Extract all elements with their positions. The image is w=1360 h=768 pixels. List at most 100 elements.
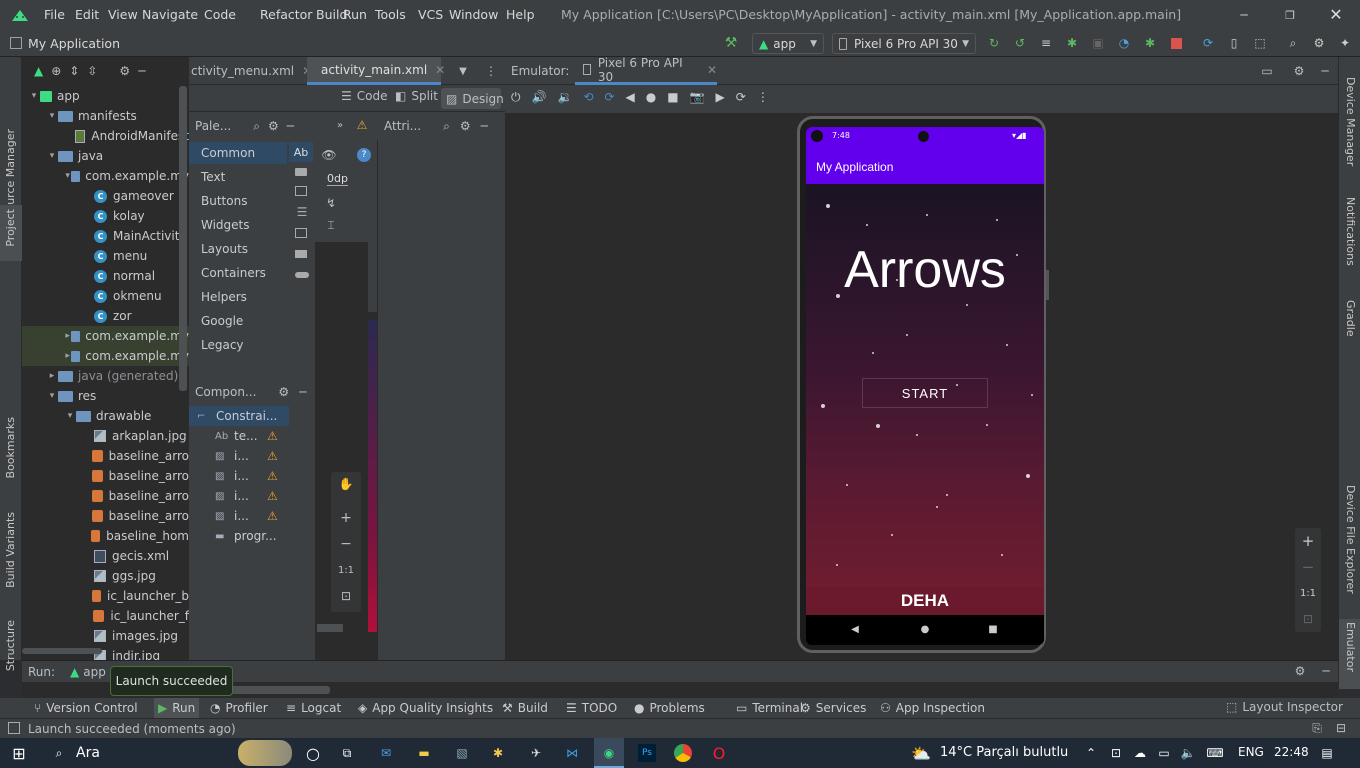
run-config-select[interactable]: ▲ app ▼ — [752, 33, 824, 54]
chevron-up-icon[interactable]: ⌃ — [1084, 744, 1098, 762]
tool-windows-icon[interactable] — [8, 722, 20, 734]
plane-app-icon[interactable]: ✈ — [526, 744, 546, 762]
default-margin-value[interactable]: 0dp — [327, 172, 348, 186]
sync-gradle-icon[interactable]: ⟳ — [1200, 35, 1216, 51]
zoom-fit-icon[interactable]: ⊡ — [338, 588, 354, 604]
palette-category-containers[interactable]: Containers — [189, 262, 287, 284]
photos-icon[interactable]: ▧ — [452, 744, 472, 762]
menu-navigate[interactable]: Navigate — [142, 7, 198, 22]
chevron-down-icon[interactable]: ▼ — [455, 63, 471, 79]
expand-arrow-icon[interactable]: ▾ — [46, 151, 58, 161]
warning-icon[interactable]: ⚠ — [267, 469, 278, 483]
mail-icon[interactable]: ✉ — [376, 744, 396, 762]
tree-item[interactable]: AndroidManifest — [22, 126, 189, 146]
restore-button[interactable]: ❐ — [1282, 5, 1298, 25]
snapshot-icon[interactable]: ⟳ — [736, 90, 746, 105]
language-indicator[interactable]: ENG — [1238, 745, 1264, 759]
action-center-icon[interactable]: ▤ — [1318, 744, 1336, 762]
phone-screen[interactable]: 7:48 ▾◢▮ My Application Arrows START DEH… — [806, 127, 1044, 645]
close-window-button[interactable]: ✕ — [1328, 4, 1344, 24]
canvas-scrollbar[interactable] — [368, 242, 377, 312]
component-item[interactable]: ▬ progr... — [189, 526, 289, 546]
code-mode-button[interactable]: ☰ Code — [341, 89, 388, 103]
sdk-manager-icon[interactable]: ⬚ — [1252, 35, 1268, 51]
minimize-icon[interactable]: ─ — [299, 385, 306, 399]
close-icon[interactable]: ✕ — [707, 63, 717, 77]
minimize-icon[interactable]: ─ — [287, 119, 294, 133]
cloud-icon[interactable]: ☁ — [1132, 744, 1148, 762]
close-icon[interactable]: ✕ — [435, 63, 445, 77]
volume-down-icon[interactable]: 🔉 — [557, 90, 572, 105]
gear-icon[interactable]: ⚙ — [268, 119, 279, 133]
warning-icon[interactable]: ⚠ — [267, 489, 278, 503]
palette-category-layouts[interactable]: Layouts — [189, 238, 287, 260]
tree-horizontal-scrollbar[interactable] — [22, 648, 102, 654]
collapse-all-icon[interactable]: ⇳ — [87, 64, 97, 78]
keyboard-icon[interactable]: ⌨ — [1204, 744, 1226, 762]
ide-update-icon[interactable]: ✦ — [1337, 35, 1353, 51]
bookmarks-tab[interactable]: Bookmarks — [4, 417, 17, 478]
battery-icon[interactable]: ▭ — [1156, 744, 1172, 762]
apply-code-icon[interactable]: ≡ — [1038, 35, 1054, 51]
menu-code[interactable]: Code — [204, 7, 236, 22]
palette-category-text[interactable]: Text — [189, 166, 287, 188]
expand-arrow-icon[interactable]: ▾ — [46, 391, 58, 401]
eye-visibility-icon[interactable]: 👁 — [321, 148, 337, 162]
cortana-icon[interactable]: ○ — [304, 744, 322, 763]
tree-item[interactable]: baseline_arro — [22, 446, 189, 466]
expand-arrow-icon[interactable]: ▾ — [64, 411, 76, 421]
layout-icon[interactable] — [295, 250, 307, 258]
rotate-right-icon[interactable]: ⟳ — [604, 90, 614, 105]
palette-category-common[interactable]: Common — [189, 142, 287, 164]
weather-text[interactable]: 14°C Parçalı bulutlu — [940, 745, 1068, 760]
component-item[interactable]: Ab te... ⚠ — [189, 426, 289, 446]
tree-item[interactable]: gecis.xml — [22, 546, 189, 566]
app-icon[interactable]: ✱ — [488, 744, 508, 762]
palette-category-google[interactable]: Google — [189, 310, 287, 332]
tree-item[interactable]: ▾ drawable — [22, 406, 189, 426]
tree-item[interactable]: ▸ com.example.my — [22, 326, 189, 346]
menu-help[interactable]: Help — [506, 7, 535, 22]
tree-item[interactable]: ▾ res — [22, 386, 189, 406]
zoom-actual-size[interactable]: 1:1 — [1296, 584, 1320, 602]
device-manager-icon[interactable]: ▯ — [1226, 35, 1242, 51]
expand-arrow-icon[interactable]: ▾ — [64, 171, 71, 181]
structure-tab[interactable]: Structure — [4, 620, 17, 671]
home-icon[interactable]: ● — [646, 90, 656, 105]
expand-arrow-icon[interactable]: ▸ — [46, 371, 58, 381]
minimize-icon[interactable]: ─ — [1317, 63, 1333, 79]
minimize-icon[interactable]: ─ — [1318, 663, 1334, 679]
power-icon[interactable]: ⏻ — [511, 90, 521, 105]
canvas-hscrollbar[interactable] — [317, 624, 343, 632]
palette-category-helpers[interactable]: Helpers — [189, 286, 287, 308]
tree-item[interactable]: ▾ manifests — [22, 106, 189, 126]
tree-item[interactable]: baseline_arro — [22, 466, 189, 486]
attach-debugger-icon[interactable]: ▣ — [1090, 35, 1106, 51]
button-widget-icon[interactable] — [295, 168, 307, 176]
menu-window[interactable]: Window — [449, 7, 498, 22]
android-studio-taskbar-button[interactable]: ◉ — [594, 738, 624, 768]
gear-icon[interactable]: ⚙ — [278, 385, 289, 399]
tree-item[interactable]: arkaplan.jpg — [22, 426, 189, 446]
search-icon[interactable]: ⌕ — [50, 744, 68, 762]
search-icon[interactable]: ⌕ — [1285, 35, 1301, 51]
search-icon[interactable]: ⌕ — [253, 119, 260, 134]
palette-category-widgets[interactable]: Widgets — [189, 214, 287, 236]
zoom-in-icon[interactable]: + — [338, 510, 354, 526]
tree-item[interactable]: ▾ java — [22, 146, 189, 166]
tree-item[interactable]: images.jpg — [22, 626, 189, 646]
clock[interactable]: 22:48 — [1274, 745, 1309, 759]
expand-all-icon[interactable]: ⇕ — [69, 64, 79, 78]
lock-icon[interactable]: ⎘ — [1310, 721, 1324, 735]
design-mode-button[interactable]: ▨ Design — [441, 88, 504, 109]
volume-up-icon[interactable]: 🔊 — [532, 90, 547, 105]
notification-icon[interactable]: ⊟ — [1334, 721, 1348, 735]
project-tab[interactable]: Project — [4, 209, 17, 247]
more-options-icon[interactable]: ⋮ — [757, 90, 769, 105]
warning-icon[interactable]: ⚠ — [267, 449, 278, 463]
tree-item[interactable]: Cnormal — [22, 266, 189, 286]
nav-back-icon[interactable]: ◀ — [848, 622, 862, 636]
taskbar-search[interactable]: Ara — [76, 745, 100, 761]
chrome-icon[interactable] — [674, 744, 692, 762]
layout-inspector-tab[interactable]: ⬚ Layout Inspector — [1226, 700, 1343, 714]
